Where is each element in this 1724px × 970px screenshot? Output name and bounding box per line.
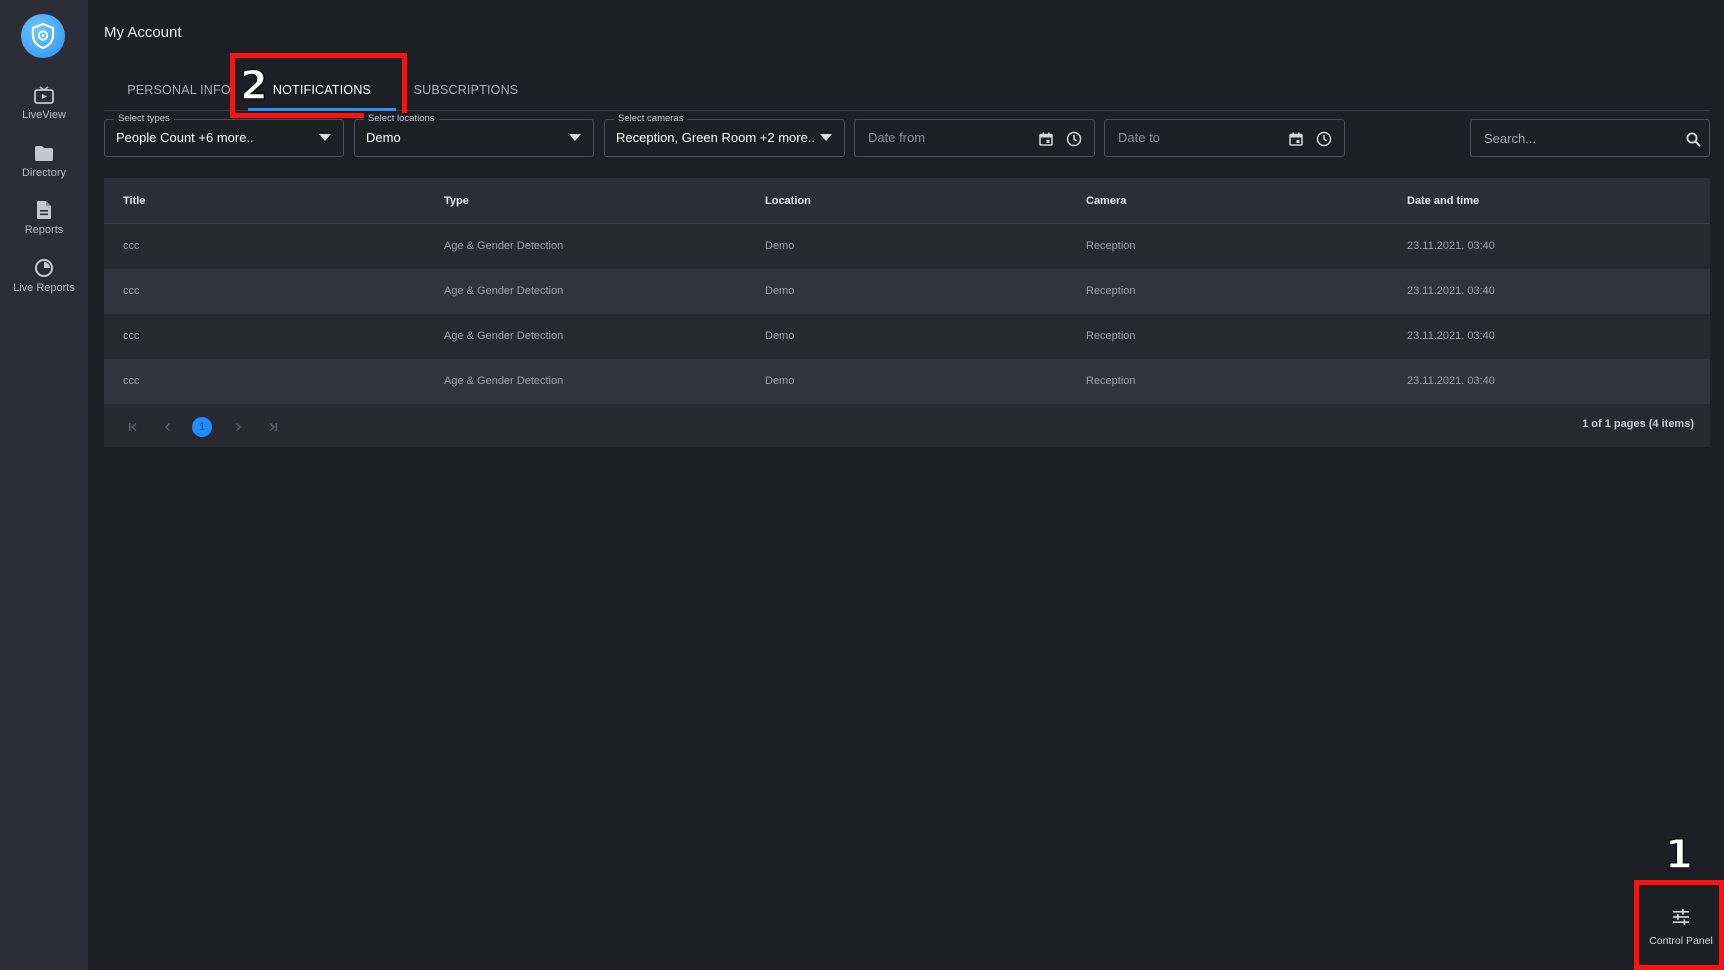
- select-locations-value: Demo: [366, 130, 401, 145]
- sidebar-item-label: LiveView: [22, 109, 66, 121]
- cell-location: Demo: [765, 240, 795, 252]
- cell-title: ccc: [123, 240, 140, 252]
- control-panel-button[interactable]: Control Panel: [1638, 886, 1724, 970]
- clock-icon[interactable]: [1315, 130, 1333, 148]
- select-cameras-label: Select cameras: [614, 113, 688, 124]
- sidebar-item-liveview[interactable]: LiveView: [0, 84, 88, 136]
- table-header: Title Type Location Camera Date and time: [104, 178, 1710, 224]
- live-reports-icon: [33, 257, 55, 279]
- cell-date-time: 23.11.2021. 03:40: [1407, 375, 1495, 387]
- app-window: LiveView Directory Reports Live Reports …: [0, 0, 1724, 970]
- cell-camera: Reception: [1086, 330, 1136, 342]
- sidebar: LiveView Directory Reports Live Reports: [0, 0, 88, 970]
- table-row[interactable]: ccc Age & Gender Detection Demo Receptio…: [104, 224, 1710, 269]
- pagination-bar: 1 1 of 1 pages (4 items): [104, 404, 1710, 447]
- cell-camera: Reception: [1086, 240, 1136, 252]
- cell-location: Demo: [765, 375, 795, 387]
- tab-notifications[interactable]: NOTIFICATIONS: [250, 68, 394, 111]
- select-types-label: Select types: [114, 113, 174, 124]
- annotation-number-1: 1: [1664, 832, 1693, 878]
- tab-subscriptions[interactable]: SUBSCRIPTIONS: [410, 68, 522, 111]
- cell-location: Demo: [765, 285, 795, 297]
- cell-type: Age & Gender Detection: [444, 285, 564, 297]
- control-panel-label: Control Panel: [1649, 935, 1713, 947]
- search-icon[interactable]: [1684, 130, 1702, 148]
- pagination-info: 1 of 1 pages (4 items): [1582, 418, 1694, 430]
- live-view-icon: [33, 84, 55, 106]
- tab-personal-info[interactable]: PERSONAL INFO: [124, 68, 234, 111]
- cell-camera: Reception: [1086, 375, 1136, 387]
- select-locations-label: Select locations: [364, 113, 439, 124]
- app-logo[interactable]: [21, 14, 65, 58]
- tab-bar: PERSONAL INFO NOTIFICATIONS SUBSCRIPTION…: [104, 68, 1710, 111]
- cell-title: ccc: [123, 375, 140, 387]
- cell-location: Demo: [765, 330, 795, 342]
- table-row[interactable]: ccc Age & Gender Detection Demo Receptio…: [104, 269, 1710, 314]
- shield-logo-icon: [31, 22, 55, 50]
- cell-date-time: 23.11.2021. 03:40: [1407, 285, 1495, 297]
- date-to-field[interactable]: Date to: [1104, 119, 1345, 157]
- first-page-icon[interactable]: [123, 417, 143, 437]
- column-header-title[interactable]: Title: [123, 195, 145, 207]
- select-locations-dropdown[interactable]: Select locations Demo: [354, 113, 594, 157]
- folder-icon: [33, 142, 55, 164]
- sidebar-item-label: Directory: [21, 167, 66, 179]
- search-placeholder: Search...: [1484, 131, 1537, 146]
- sidebar-item-label: Reports: [24, 224, 64, 236]
- next-page-icon[interactable]: [228, 417, 248, 437]
- cell-title: ccc: [123, 285, 140, 297]
- sidebar-item-live-reports[interactable]: Live Reports: [0, 257, 88, 309]
- document-icon: [33, 199, 55, 221]
- notifications-table: Title Type Location Camera Date and time…: [104, 178, 1710, 447]
- column-header-camera[interactable]: Camera: [1086, 195, 1126, 207]
- cell-camera: Reception: [1086, 285, 1136, 297]
- sliders-icon: [1672, 909, 1690, 930]
- date-from-placeholder: Date from: [868, 130, 926, 145]
- table-row[interactable]: ccc Age & Gender Detection Demo Receptio…: [104, 359, 1710, 404]
- cell-date-time: 23.11.2021. 03:40: [1407, 240, 1495, 252]
- select-types-dropdown[interactable]: Select types People Count +6 more..: [104, 113, 344, 157]
- calendar-icon[interactable]: [1287, 130, 1305, 148]
- cell-type: Age & Gender Detection: [444, 330, 564, 342]
- cell-type: Age & Gender Detection: [444, 240, 564, 252]
- active-tab-indicator: [248, 108, 396, 111]
- cell-date-time: 23.11.2021. 03:40: [1407, 330, 1495, 342]
- chevron-down-icon: [569, 134, 581, 141]
- clock-icon[interactable]: [1065, 130, 1083, 148]
- cell-type: Age & Gender Detection: [444, 375, 564, 387]
- column-header-date-time[interactable]: Date and time: [1407, 195, 1479, 207]
- sidebar-item-reports[interactable]: Reports: [0, 199, 88, 251]
- sidebar-item-label: Live Reports: [13, 282, 75, 294]
- select-cameras-dropdown[interactable]: Select cameras Reception, Green Room +2 …: [604, 113, 845, 157]
- annotation-number-2: 2: [239, 63, 268, 109]
- chevron-down-icon: [319, 134, 331, 141]
- date-from-field[interactable]: Date from: [854, 119, 1095, 157]
- select-types-value: People Count +6 more..: [116, 130, 254, 145]
- sidebar-item-directory[interactable]: Directory: [0, 142, 88, 194]
- page-number-button[interactable]: 1: [192, 417, 212, 437]
- date-to-placeholder: Date to: [1118, 130, 1160, 145]
- column-header-type[interactable]: Type: [444, 195, 469, 207]
- search-input[interactable]: Search...: [1470, 119, 1710, 157]
- column-header-location[interactable]: Location: [765, 195, 811, 207]
- last-page-icon[interactable]: [263, 417, 283, 437]
- select-cameras-value: Reception, Green Room +2 more..: [616, 130, 816, 145]
- calendar-icon[interactable]: [1037, 130, 1055, 148]
- chevron-down-icon: [820, 134, 832, 141]
- table-row[interactable]: ccc Age & Gender Detection Demo Receptio…: [104, 314, 1710, 359]
- cell-title: ccc: [123, 330, 140, 342]
- page-title: My Account: [104, 24, 182, 41]
- previous-page-icon[interactable]: [158, 417, 178, 437]
